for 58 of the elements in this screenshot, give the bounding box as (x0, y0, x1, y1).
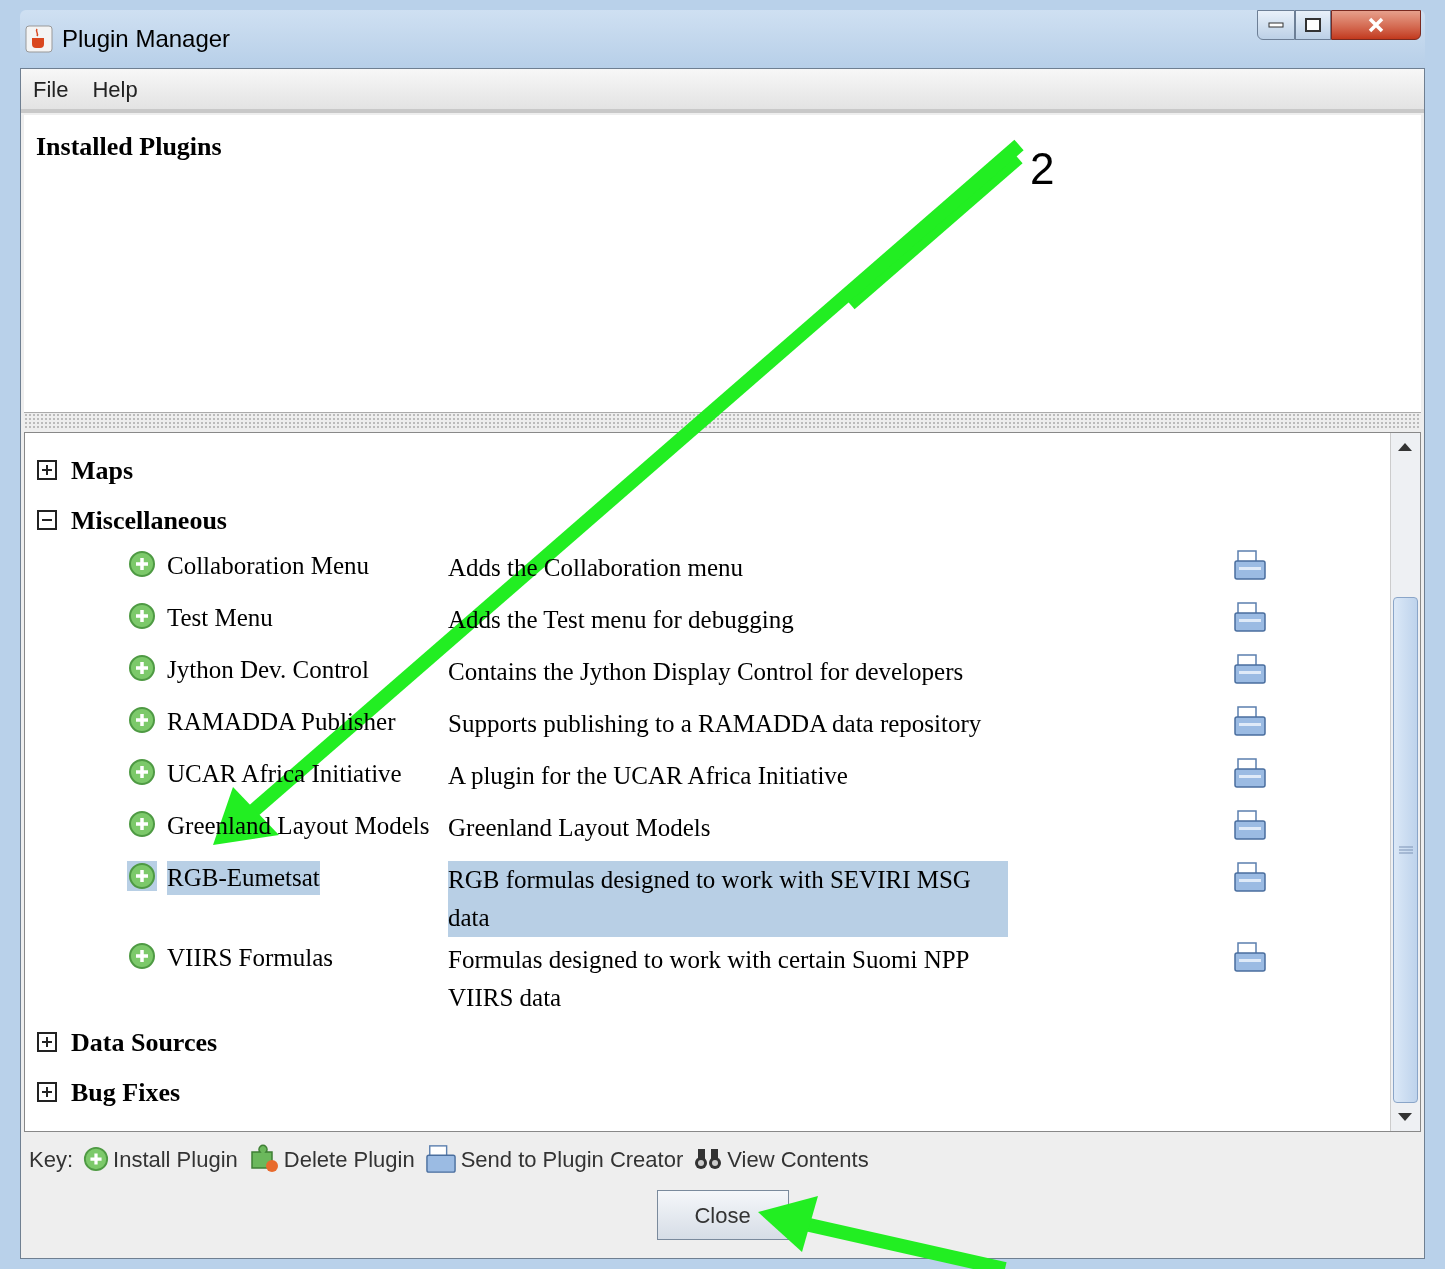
menu-item[interactable]: Help (92, 72, 138, 106)
plugin-description: A plugin for the UCAR Africa Initiative (448, 761, 848, 791)
plugin-name[interactable]: Jython Dev. Control (167, 653, 369, 687)
plugin-name[interactable]: RGB-Eumetsat (167, 861, 320, 895)
category-label[interactable]: Maps (71, 450, 134, 490)
plus-circle-icon (128, 706, 156, 734)
minimize-button[interactable] (1257, 10, 1295, 40)
annotation-label: 2 (1030, 144, 1055, 193)
plus-circle-icon (128, 654, 156, 682)
grip-icon (1397, 846, 1414, 854)
close-dialog-button[interactable]: Close (656, 1190, 789, 1240)
plus-circle-icon (128, 758, 156, 786)
plugin-name[interactable]: Test Menu (167, 601, 273, 635)
plugin-description: Supports publishing to a RAMADDA data repository (448, 709, 982, 739)
plus-circle-icon (128, 550, 156, 578)
plus-circle-icon (128, 942, 156, 970)
key-legend-text: View Contents (727, 1145, 869, 1174)
coffee-cup-icon (24, 24, 54, 54)
document-tray-icon[interactable] (1233, 601, 1267, 633)
collapse-icon[interactable] (37, 510, 57, 530)
panel-heading: Installed Plugins (36, 132, 222, 161)
document-tray-icon[interactable] (1233, 809, 1267, 841)
category-label[interactable]: Miscellaneous (71, 500, 227, 540)
category-label[interactable]: Bug Fixes (71, 1072, 181, 1112)
document-tray-icon (424, 1144, 457, 1174)
scrollbar-thumb[interactable] (1393, 597, 1418, 1103)
plugin-name[interactable]: VIIRS Formulas (167, 941, 333, 975)
plugin-description: Contains the Jython Display Control for developers (448, 657, 964, 687)
plugin-description: Formulas designed to work with certain Suomi NPP VIIRS data (448, 945, 970, 1013)
plugin-description: RGB formulas designed to work with SEVIRI MSG data (448, 861, 1008, 937)
expand-icon[interactable] (37, 1032, 57, 1052)
window-title: Plugin Manager (62, 24, 231, 54)
document-tray-icon[interactable] (1233, 549, 1267, 581)
document-tray-icon[interactable] (1233, 705, 1267, 737)
category-label[interactable]: Data Sources (71, 1022, 218, 1062)
maximize-button[interactable] (1295, 10, 1331, 40)
close-button[interactable] (1331, 10, 1421, 40)
minimize-icon (1268, 22, 1284, 28)
plus-circle-icon (128, 602, 156, 630)
document-tray-icon[interactable] (1233, 653, 1267, 685)
key-label: Key: (29, 1145, 74, 1174)
document-tray-icon[interactable] (1233, 861, 1267, 893)
document-tray-icon[interactable] (1233, 941, 1267, 973)
scrollbar[interactable] (1390, 433, 1420, 1131)
key-legend-text: Send to Plugin Creator (460, 1145, 684, 1174)
expand-icon[interactable] (37, 460, 57, 480)
plugin-description: Greenland Layout Models (448, 813, 711, 843)
key-legend-text: Install Plugin (113, 1145, 238, 1174)
plus-circle-icon (83, 1146, 110, 1172)
maximize-icon (1305, 18, 1321, 32)
expand-icon[interactable] (37, 1082, 57, 1102)
document-tray-icon[interactable] (1233, 757, 1267, 789)
plugin-name[interactable]: Collaboration Menu (167, 549, 370, 583)
menu-item[interactable]: File (33, 72, 69, 106)
close-icon (1367, 17, 1385, 33)
key-legend-text: Delete Plugin (283, 1145, 415, 1174)
plus-circle-icon (128, 862, 156, 890)
plus-circle-icon (128, 810, 156, 838)
